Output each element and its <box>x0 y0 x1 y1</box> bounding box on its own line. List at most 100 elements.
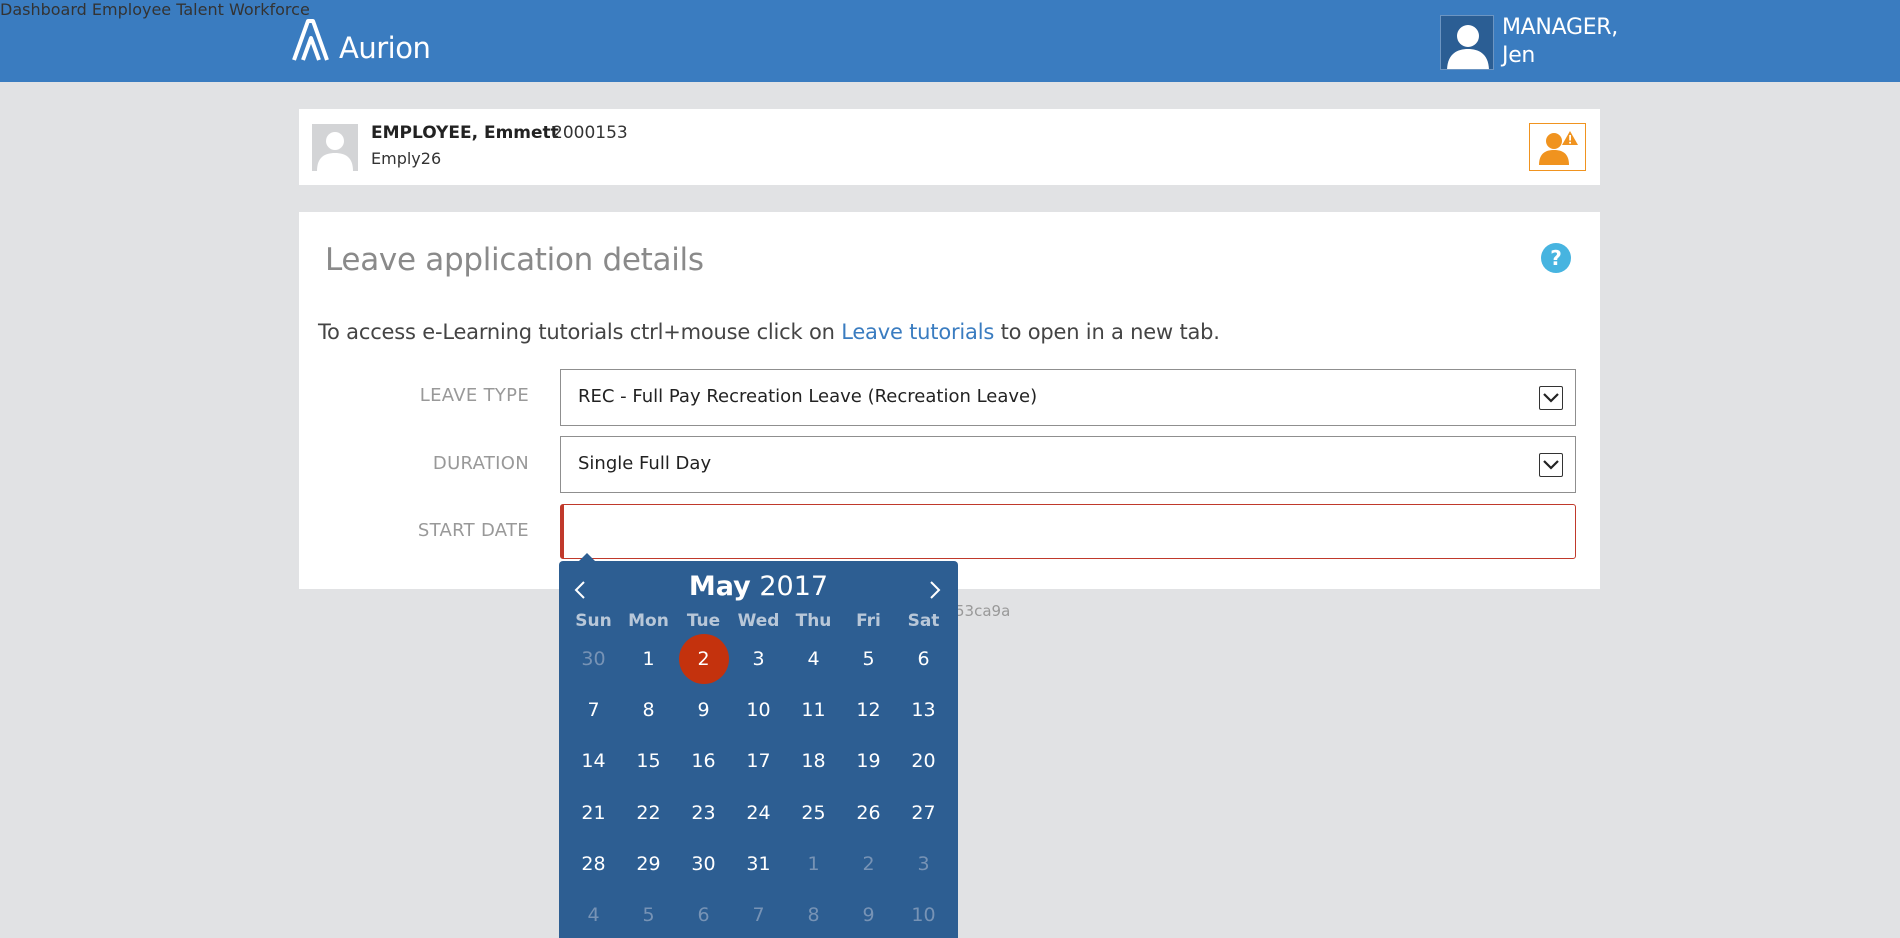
brand-name: Aurion <box>339 31 431 65</box>
calendar-day[interactable]: 6 <box>676 890 731 938</box>
calendar-day[interactable]: 7 <box>566 684 621 735</box>
calendar-day-number: 20 <box>911 750 936 773</box>
calendar-day[interactable]: 8 <box>786 890 841 938</box>
calendar-day[interactable]: 30 <box>566 633 621 684</box>
tutorial-intro: To access e-Learning tutorials ctrl+mous… <box>318 320 1220 344</box>
calendar-day[interactable]: 16 <box>676 736 731 787</box>
weekday-fri: Fri <box>856 611 881 631</box>
calendar-day-number: 17 <box>746 750 771 773</box>
calendar-day[interactable]: 31 <box>731 838 786 889</box>
calendar-week-row: 30 1 2 3 4 5 6 <box>566 633 951 685</box>
calendar-day-number: 19 <box>856 750 881 773</box>
chevron-down-icon <box>1539 453 1563 477</box>
calendar-day[interactable]: 21 <box>566 787 621 838</box>
calendar-day[interactable]: 4 <box>566 890 621 938</box>
calendar-day[interactable]: 3 <box>896 838 951 889</box>
employee-avatar <box>312 124 358 171</box>
employee-id: 2000153 <box>552 123 628 143</box>
user-avatar[interactable] <box>1440 15 1494 70</box>
employee-card: EMPLOYEE, Emmett 2000153 Emply26 <box>299 109 1600 185</box>
calendar-day-number: 27 <box>911 801 936 824</box>
calendar-day[interactable]: 8 <box>621 684 676 735</box>
calendar-day-number: 29 <box>636 852 661 875</box>
calendar-day[interactable]: 10 <box>731 684 786 735</box>
duration-label: DURATION <box>432 453 529 474</box>
leave-application-panel: Leave application details ? To access e-… <box>299 212 1600 589</box>
calendar-day[interactable]: 7 <box>731 890 786 938</box>
intro-text-after: to open in a new tab. <box>994 320 1220 344</box>
calendar-day[interactable]: 26 <box>841 787 896 838</box>
calendar-day[interactable]: 28 <box>566 838 621 889</box>
calendar-day[interactable]: 14 <box>566 736 621 787</box>
calendar-day[interactable]: 24 <box>731 787 786 838</box>
calendar-day[interactable]: 20 <box>896 736 951 787</box>
weekday-mon: Mon <box>628 611 669 631</box>
user-name[interactable]: MANAGER, Jen <box>1502 14 1618 70</box>
calendar-day-number: 28 <box>581 852 606 875</box>
calendar-day[interactable]: 10 <box>896 890 951 938</box>
calendar-day[interactable]: 27 <box>896 787 951 838</box>
weekday-thu: Thu <box>795 611 832 631</box>
calendar-day-number: 31 <box>746 852 771 875</box>
calendar-day[interactable]: 9 <box>841 890 896 938</box>
employee-alert-button[interactable] <box>1529 123 1586 171</box>
nav-workforce[interactable]: Workforce <box>229 0 310 19</box>
leave-type-value: REC - Full Pay Recreation Leave (Recreat… <box>578 386 1038 407</box>
nav-dashboard[interactable]: Dashboard <box>0 0 87 19</box>
calendar-day[interactable]: 17 <box>731 736 786 787</box>
version-hash-text: 53ca9a <box>955 602 1011 620</box>
calendar-day[interactable]: 15 <box>621 736 676 787</box>
calendar-day-number: 5 <box>862 647 875 670</box>
calendar-day[interactable]: 5 <box>621 890 676 938</box>
calendar-day[interactable]: 25 <box>786 787 841 838</box>
calendar-day-number: 14 <box>581 750 606 773</box>
weekday-sun: Sun <box>575 611 612 631</box>
calendar-day[interactable]: 22 <box>621 787 676 838</box>
calendar-day-number: 22 <box>636 801 661 824</box>
leave-type-select[interactable]: REC - Full Pay Recreation Leave (Recreat… <box>560 369 1576 426</box>
calendar-day-number: 12 <box>856 698 881 721</box>
calendar-day[interactable]: 30 <box>676 838 731 889</box>
nav-talent[interactable]: Talent <box>176 0 224 19</box>
calendar-day[interactable]: 1 <box>621 633 676 684</box>
calendar-day[interactable]: 2 <box>841 838 896 889</box>
next-month-button[interactable] <box>924 577 946 603</box>
duration-value: Single Full Day <box>578 453 712 474</box>
calendar-day[interactable]: 6 <box>896 633 951 684</box>
calendar-day[interactable]: 9 <box>676 684 731 735</box>
start-date-label: START DATE <box>417 520 529 541</box>
calendar-week-row: 28 29 30 31 1 2 3 <box>566 838 951 889</box>
calendar-week-row: 21 22 23 24 25 26 27 <box>566 787 951 838</box>
calendar-day[interactable]: 23 <box>676 787 731 838</box>
calendar-month: May <box>688 571 751 602</box>
aurion-logo[interactable]: Aurion <box>291 18 431 65</box>
nav-employee[interactable]: Employee <box>92 0 171 19</box>
calendar-day[interactable]: 11 <box>786 684 841 735</box>
calendar-day[interactable]: 18 <box>786 736 841 787</box>
duration-select[interactable]: Single Full Day <box>560 436 1576 493</box>
person-warning-icon <box>1538 131 1578 165</box>
leave-type-label: LEAVE TYPE <box>419 385 529 406</box>
calendar-day-number: 23 <box>691 801 716 824</box>
calendar-day-number: 16 <box>691 750 716 773</box>
calendar-day-number: 1 <box>642 647 655 670</box>
calendar-grid: Sun Mon Tue Wed Thu Fri Sat 30 1 2 3 4 5 6 7 8 9 1… <box>566 609 951 938</box>
calendar-day-number: 7 <box>587 698 600 721</box>
calendar-day-selected[interactable]: 2 <box>676 633 731 685</box>
calendar-month-year[interactable]: May 2017 <box>559 571 958 602</box>
calendar-day[interactable]: 19 <box>841 736 896 787</box>
calendar-day[interactable]: 13 <box>896 684 951 735</box>
calendar-day[interactable]: 1 <box>786 838 841 889</box>
calendar-day[interactable]: 5 <box>841 633 896 684</box>
calendar-day-number: 4 <box>807 647 820 670</box>
calendar-day-number: 5 <box>642 904 655 927</box>
calendar-day-number: 21 <box>581 801 606 824</box>
help-icon[interactable]: ? <box>1541 243 1571 273</box>
user-silhouette-icon <box>1447 25 1489 69</box>
start-date-input[interactable] <box>560 504 1576 559</box>
calendar-day[interactable]: 29 <box>621 838 676 889</box>
calendar-day[interactable]: 4 <box>786 633 841 684</box>
calendar-day[interactable]: 12 <box>841 684 896 735</box>
calendar-day[interactable]: 3 <box>731 633 786 684</box>
leave-tutorials-link[interactable]: Leave tutorials <box>841 320 994 344</box>
